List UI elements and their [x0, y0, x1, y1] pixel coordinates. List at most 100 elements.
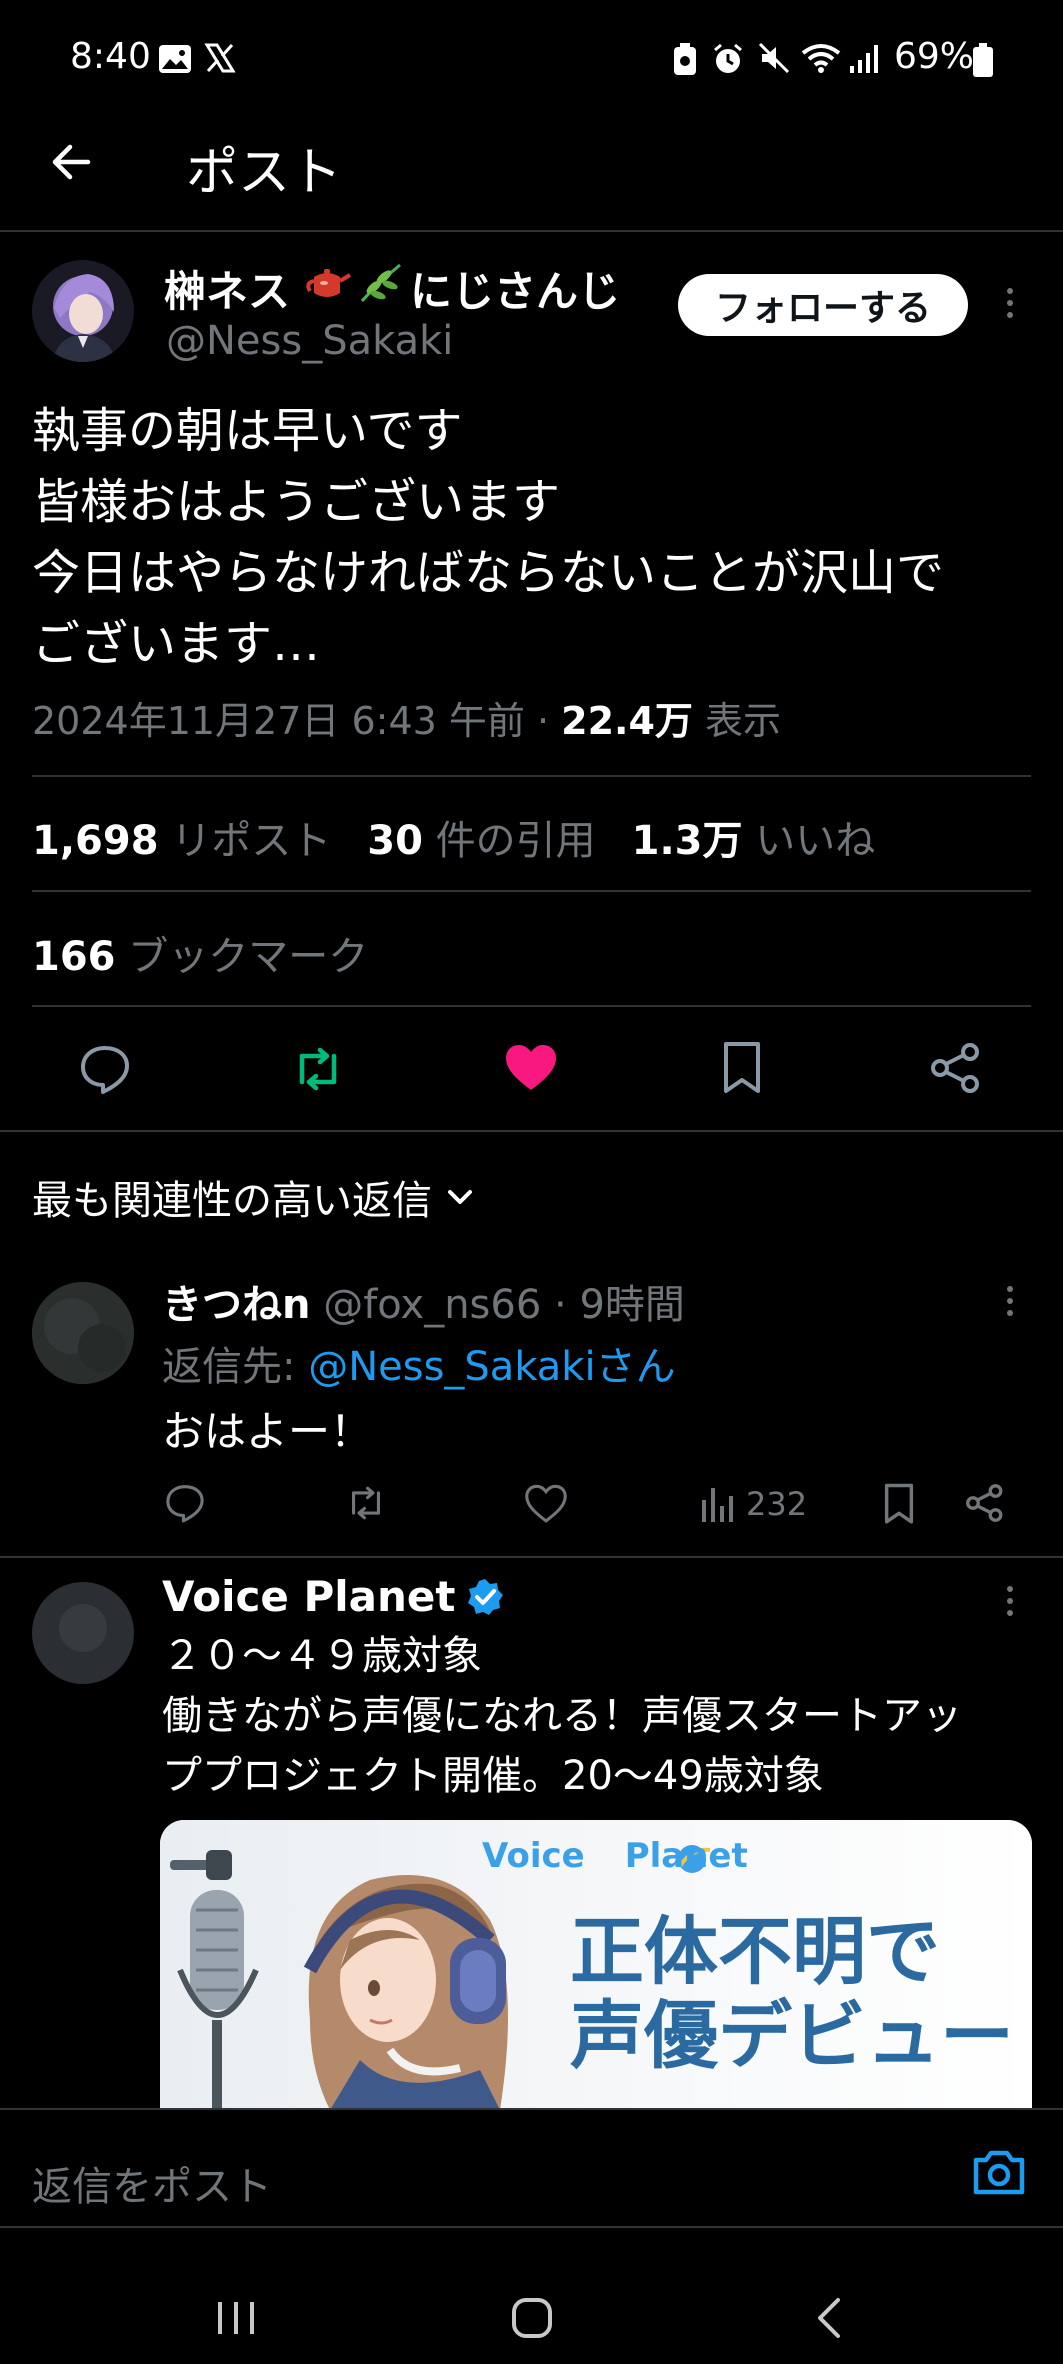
camera-icon [973, 2150, 1025, 2195]
share-button[interactable] [928, 1040, 984, 1100]
post-timestamp[interactable]: 2024年11月27日 6:43 午前 · [32, 699, 561, 743]
follow-button[interactable]: フォローする [678, 274, 968, 336]
reply-to-mention[interactable]: @Ness_Sakakiさん [308, 1344, 675, 1390]
header-divider [0, 230, 1063, 232]
ad-text-line: 働きながら声優になれる！声優スタートアッ [162, 1693, 962, 1739]
ad-author-name[interactable]: Voice Planet [162, 1572, 455, 1621]
reply-composer: 返信をポスト [0, 2108, 1063, 2228]
divider [0, 1556, 1063, 1558]
post-text-line: 今日はやらなければならないことが沢山で [32, 545, 945, 601]
author-affiliation: にじさんじ [410, 266, 621, 316]
reply-to-prefix: 返信先: [162, 1344, 309, 1390]
battery-saver-icon [672, 42, 698, 80]
like-button[interactable] [503, 1042, 559, 1098]
ad-text-line: ププロジェクト開催。20～49歳対象 [162, 1753, 824, 1799]
banner-headline: 正体不明で 声優デビュー [570, 1910, 1014, 2078]
camera-button[interactable] [972, 2148, 1026, 2200]
quotes-count: 30 [367, 818, 423, 864]
reply-icon [166, 1485, 204, 1523]
quotes-stat[interactable]: 30 件の引用 [367, 808, 595, 866]
mute-icon [758, 42, 790, 78]
x-logo-icon [204, 42, 236, 78]
reply-input[interactable]: 返信をポスト [32, 2154, 272, 2212]
post-text-line: ございます… [32, 616, 321, 672]
share-icon [931, 1043, 979, 1093]
bookmarks-count: 166 [32, 934, 116, 980]
author-name[interactable]: 榊ネス [164, 258, 290, 319]
heart-filled-icon [506, 1045, 556, 1090]
more-options-icon[interactable] [1005, 288, 1015, 318]
reply-views[interactable]: 232 [700, 1484, 807, 1524]
home-button[interactable] [510, 2296, 554, 2344]
bookmarks-stat[interactable]: 166 ブックマーク [32, 924, 368, 982]
banner-headline-line: 正体不明で [570, 1909, 940, 1995]
likes-stat[interactable]: 1.3万 いいね [632, 808, 876, 866]
wifi-icon [800, 42, 842, 78]
reply-author-name[interactable]: きつねn [162, 1282, 310, 1328]
reply-to-line: 返信先: @Ness_Sakakiさん [162, 1334, 676, 1392]
post-text: 執事の朝は早いです 皆様おはようございます 今日はやらなければならないことが沢山… [32, 396, 944, 680]
chevron-left-icon [818, 2298, 840, 2338]
reply-share-button[interactable] [964, 1482, 1006, 1528]
post-text-line: 皆様おはようございます [32, 474, 561, 530]
arrow-left-icon [52, 144, 91, 180]
share-icon [966, 1484, 1003, 1522]
ad-avatar[interactable] [32, 1582, 134, 1684]
back-button[interactable] [44, 134, 100, 190]
reposts-count: 1,698 [32, 818, 159, 864]
reposts-stat[interactable]: 1,698 リポスト [32, 808, 331, 866]
analytics-icon [702, 1488, 733, 1522]
status-bar: 8:40 69% [0, 0, 1063, 120]
divider [0, 1130, 1063, 1132]
ad-banner-image[interactable]: Voice Planet 正体不明で 声優デビュー [160, 1820, 1032, 2110]
recents-icon [218, 2302, 254, 2334]
heart-icon [525, 1484, 567, 1523]
home-icon [512, 2298, 552, 2338]
system-back-button[interactable] [812, 2296, 848, 2344]
ad-author-row[interactable]: Voice Planet [162, 1572, 505, 1621]
banner-brand-right: Planet [624, 1836, 748, 1876]
repost-button[interactable] [290, 1042, 346, 1100]
author-name-row[interactable]: 榊ネス にじさんじ [164, 261, 620, 316]
battery-icon [972, 42, 994, 82]
reply-author-handle[interactable]: @fox_ns66 [323, 1282, 541, 1328]
reply-reply-button[interactable] [164, 1482, 206, 1528]
divider [32, 775, 1031, 777]
views-label: 表示 [692, 699, 782, 743]
reply-sort-dropdown[interactable]: 最も関連性の高い返信 [32, 1168, 478, 1226]
gallery-icon [158, 44, 192, 78]
ad-text-line: ２０～４９歳対象 [162, 1633, 482, 1679]
recent-apps-button[interactable] [214, 2298, 258, 2342]
reply-bookmark-button[interactable] [882, 1482, 916, 1530]
author-handle[interactable]: @Ness_Sakaki [166, 318, 453, 364]
reply-avatar[interactable] [32, 1282, 134, 1384]
battery-percent: 69% [894, 36, 975, 77]
leaf-icon [356, 261, 406, 315]
system-nav-bar [0, 2228, 1063, 2364]
bookmark-button[interactable] [720, 1040, 764, 1100]
reply-repost-button[interactable] [344, 1482, 388, 1528]
banner-headline-line: 声優デビュー [570, 1993, 1014, 2079]
views-count: 22.4万 [561, 699, 693, 743]
reply-text: おはよー！ [162, 1407, 373, 1456]
reply-button[interactable] [78, 1042, 132, 1100]
teapot-icon [302, 263, 352, 313]
bookmark-icon [884, 1483, 914, 1524]
banner-brand-left: Voice [482, 1836, 585, 1876]
more-options-icon[interactable] [1005, 1286, 1015, 1316]
more-options-icon[interactable] [1005, 1586, 1015, 1616]
post-stats: 1,698 リポスト 30 件の引用 1.3万 いいね [32, 808, 875, 866]
page-title: ポスト [186, 143, 343, 203]
repost-icon [299, 1047, 337, 1091]
alarm-icon [712, 42, 744, 80]
chevron-down-icon [448, 1190, 472, 1204]
post-meta: 2024年11月27日 6:43 午前 · 22.4万 表示 [32, 690, 781, 745]
status-time: 8:40 [70, 36, 151, 77]
reply-like-button[interactable] [524, 1484, 568, 1528]
author-avatar[interactable] [32, 260, 134, 362]
signal-icon [848, 42, 882, 78]
reply-icon [81, 1046, 129, 1094]
likes-label: いいね [755, 818, 876, 864]
reply-header: きつねn @fox_ns66 · 9時間 [162, 1272, 685, 1330]
reply-time[interactable]: · 9時間 [554, 1282, 685, 1328]
